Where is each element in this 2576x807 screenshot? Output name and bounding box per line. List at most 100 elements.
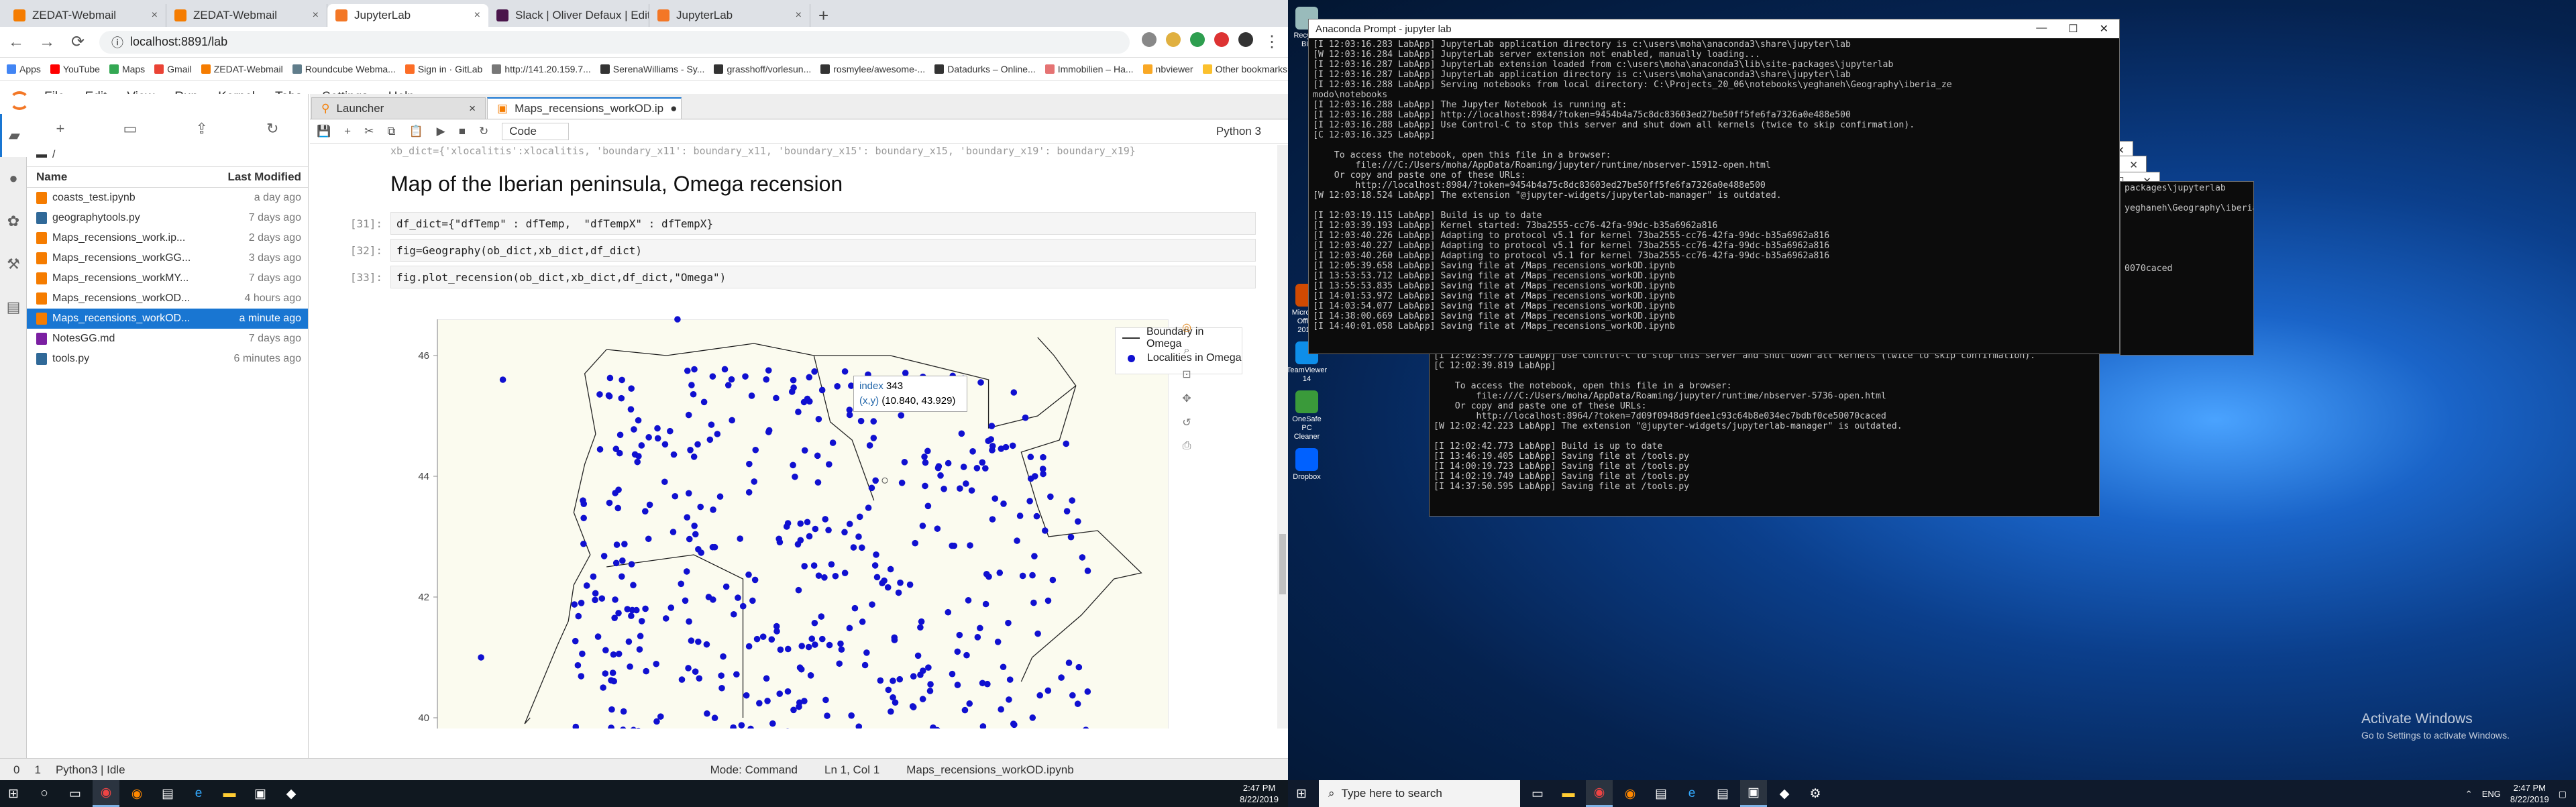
explorer-icon[interactable]: ▬ xyxy=(1555,780,1582,807)
desktop-icon[interactable]: Dropbox xyxy=(1291,448,1323,482)
browser-tab[interactable]: JupyterLab × xyxy=(327,4,488,27)
status-count-2[interactable]: 1 xyxy=(34,763,40,777)
document-tab[interactable]: ▣ Maps_recensions_workOD.ip ● xyxy=(487,97,682,119)
folder-icon[interactable]: ▬ xyxy=(36,149,47,161)
wrench-icon[interactable]: ⚒ xyxy=(0,243,27,286)
bookmark-item[interactable]: Roundcube Webma... xyxy=(292,64,396,74)
extension-icon[interactable] xyxy=(1214,32,1229,47)
bookmark-item[interactable]: ZEDAT-Webmail xyxy=(201,64,283,74)
minimize-icon[interactable]: — xyxy=(2036,22,2047,36)
close-icon[interactable]: × xyxy=(313,9,319,21)
file-row[interactable]: NotesGG.md 7 days ago xyxy=(27,329,308,349)
file-row[interactable]: Maps_recensions_workOD... a minute ago xyxy=(27,309,308,329)
unsaved-dot-icon[interactable]: ● xyxy=(670,102,677,115)
restart-icon[interactable]: ↻ xyxy=(479,125,488,138)
bookmark-item[interactable]: Sign in · GitLab xyxy=(405,64,482,74)
star-icon[interactable] xyxy=(1166,32,1181,47)
kernel-status[interactable]: Python3 | Idle xyxy=(56,763,125,777)
refresh-icon[interactable]: ↻ xyxy=(266,120,278,138)
close-icon[interactable]: × xyxy=(152,9,158,21)
status-count-1[interactable]: 0 xyxy=(13,763,19,777)
bookmark-item[interactable]: nbviewer xyxy=(1142,64,1193,74)
explorer-icon[interactable]: ▤ xyxy=(1709,780,1736,807)
bookmark-item[interactable]: Immobilien – Ha... xyxy=(1044,64,1134,74)
document-tab[interactable]: ⚲ Launcher × xyxy=(311,97,486,119)
tray-up-icon[interactable]: ⌃ xyxy=(2465,788,2473,800)
edge-icon[interactable]: e xyxy=(1678,780,1705,807)
app-icon[interactable]: ◆ xyxy=(1771,780,1798,807)
bokeh-logo-icon[interactable]: ◎ xyxy=(1182,321,1191,334)
bookmark-item[interactable]: grasshoff/vorlesun... xyxy=(714,64,811,74)
search-icon[interactable] xyxy=(1142,32,1157,47)
extension-icon[interactable] xyxy=(1190,32,1205,47)
terminal-front[interactable]: Anaconda Prompt - jupyter lab — ☐ ✕ [I 12:0… xyxy=(1308,19,2120,354)
file-row[interactable]: coasts_test.ipynb a day ago xyxy=(27,188,308,208)
bookmark-item[interactable]: Gmail xyxy=(154,64,192,74)
bookmark-item[interactable]: http://141.20.159.7... xyxy=(492,64,591,74)
insert-cell-icon[interactable]: + xyxy=(344,125,351,138)
bookmark-item[interactable]: Apps xyxy=(7,64,41,74)
run-icon[interactable]: ▶ xyxy=(437,125,445,138)
reload-icon[interactable]: ⟳ xyxy=(68,32,87,52)
reset-icon[interactable]: ↺ xyxy=(1182,416,1191,429)
windows-icon[interactable]: ⊞ xyxy=(0,780,27,807)
kernel-name[interactable]: Python 3 xyxy=(1216,125,1261,138)
clock-right[interactable]: ⌃ ENG 2:47 PM 8/22/2019 ▢ xyxy=(2465,782,2567,805)
file-row[interactable]: Maps_recensions_workMY... 7 days ago xyxy=(27,268,308,288)
clock-left[interactable]: 2:47 PM 8/22/2019 xyxy=(1240,782,1279,805)
upload-icon[interactable]: ⇪ xyxy=(195,120,207,138)
browser-tab[interactable]: ZEDAT-Webmail × xyxy=(5,4,166,27)
pan-icon[interactable]: ✥ xyxy=(1182,392,1191,405)
copy-icon[interactable]: ⧉ xyxy=(387,125,395,138)
back-icon[interactable]: ← xyxy=(7,33,25,52)
explorer-icon[interactable]: ▬ xyxy=(216,780,243,807)
file-row[interactable]: geographytools.py 7 days ago xyxy=(27,208,308,228)
new-folder-icon[interactable]: ▭ xyxy=(123,120,138,138)
language-indicator[interactable]: ENG xyxy=(2482,788,2501,800)
cell-input[interactable]: df_dict={"dfTemp" : dfTemp, "dfTempX" : … xyxy=(390,212,1256,235)
search-icon[interactable]: ○ xyxy=(31,780,58,807)
firefox-icon[interactable]: ◉ xyxy=(1617,780,1644,807)
task-view-icon[interactable]: ▭ xyxy=(62,780,89,807)
folder-icon[interactable]: ▰ xyxy=(0,114,27,157)
terminal-icon[interactable]: ▣ xyxy=(1740,780,1767,807)
edge-icon[interactable]: e xyxy=(185,780,212,807)
browser-tab[interactable]: ZEDAT-Webmail × xyxy=(166,4,327,27)
new-launcher-icon[interactable]: + xyxy=(56,120,65,138)
box-zoom-icon[interactable]: ⊡ xyxy=(1182,368,1191,381)
taskbar-search[interactable]: ⌕ Type here to search xyxy=(1319,780,1520,807)
code-cell[interactable]: [33]: fig.plot_recension(ob_dict,xb_dict,… xyxy=(330,266,1256,288)
bookmark-item[interactable]: SerenaWilliams - Sy... xyxy=(600,64,704,74)
file-row[interactable]: Maps_recensions_workGG... 3 days ago xyxy=(27,248,308,268)
terminal-side[interactable]: packages\jupyterlab yeghaneh\Geography\i… xyxy=(2120,181,2254,356)
new-tab-button[interactable]: + xyxy=(810,4,837,27)
running-icon[interactable]: ● xyxy=(0,157,27,200)
notification-icon[interactable]: ▢ xyxy=(2559,788,2567,800)
desktop-icon[interactable]: OneSafe PC Cleaner xyxy=(1291,390,1323,441)
notebook-scrollbar[interactable] xyxy=(1277,145,1288,729)
bookmark-item[interactable]: Maps xyxy=(109,64,145,74)
terminal-back[interactable]: [I 12:02:39.778 LabApp] Use Control-C to… xyxy=(1429,349,2100,517)
bookmark-item[interactable]: Datadurks – Online... xyxy=(934,64,1036,74)
firefox-icon[interactable]: ◉ xyxy=(123,780,150,807)
save-plot-icon[interactable]: ⎙ xyxy=(1183,440,1191,452)
windows-icon[interactable]: ⊞ xyxy=(1288,780,1315,807)
file-row[interactable]: Maps_recensions_workOD... 4 hours ago xyxy=(27,288,308,309)
browser-tab[interactable]: JupyterLab × xyxy=(649,4,810,27)
stop-icon[interactable]: ■ xyxy=(459,125,466,138)
col-modified[interactable]: Last Modified xyxy=(227,170,301,184)
file-row[interactable]: Maps_recensions_work.ip... 2 days ago xyxy=(27,228,308,248)
url-input[interactable]: ⓘ localhost:8891/lab xyxy=(99,30,1130,54)
bookmark-item[interactable]: Other bookmarks xyxy=(1202,64,1287,74)
code-cell[interactable]: [32]: fig=Geography(ob_dict,xb_dict,df_di… xyxy=(330,239,1256,262)
maximize-icon[interactable]: ☐ xyxy=(2068,22,2078,36)
forward-icon[interactable]: → xyxy=(38,33,56,52)
chrome-icon[interactable]: ◉ xyxy=(93,780,119,807)
tabs-icon[interactable]: ▤ xyxy=(0,286,27,329)
app-icon[interactable]: ▤ xyxy=(154,780,181,807)
col-name[interactable]: Name xyxy=(36,170,67,184)
code-cell[interactable]: [31]: df_dict={"dfTemp" : dfTemp, "dfTemp… xyxy=(330,212,1256,235)
cell-input[interactable]: fig=Geography(ob_dict,xb_dict,df_dict) xyxy=(390,239,1256,262)
close-icon[interactable]: × xyxy=(469,102,476,115)
bookmark-item[interactable]: YouTube xyxy=(50,64,100,74)
